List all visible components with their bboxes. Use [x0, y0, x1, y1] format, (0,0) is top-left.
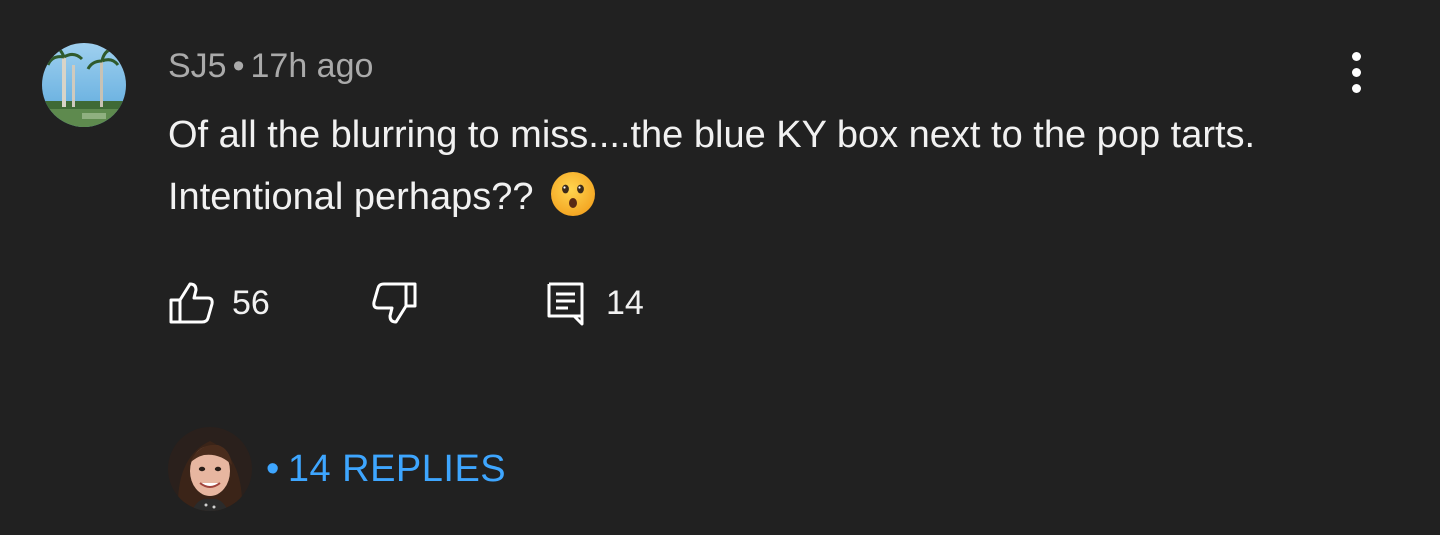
comment-timestamp: 17h ago: [250, 47, 374, 85]
hushed-face-emoji-icon: [550, 171, 596, 217]
replies-label: 14 REPLIES: [287, 447, 507, 490]
thumbs-up-icon: [169, 282, 214, 324]
replies-separator: •: [266, 447, 280, 490]
comment-icon: [547, 282, 584, 326]
meta-separator: •: [232, 47, 245, 85]
author-name[interactable]: SJ5: [168, 47, 227, 85]
reply-count: 14: [606, 283, 644, 322]
more-vertical-icon-dot: [1352, 52, 1361, 61]
like-button[interactable]: 56: [168, 280, 270, 326]
more-options-button[interactable]: [1334, 46, 1380, 100]
more-vertical-icon-dot: [1352, 84, 1361, 93]
author-avatar[interactable]: [42, 43, 126, 127]
thumbs-down-icon: [372, 282, 417, 324]
view-replies-row[interactable]: • 14 REPLIES: [168, 427, 506, 511]
comment-meta: SJ5 • 17h ago: [168, 44, 373, 88]
comment-text: Of all the blurring to miss....the blue …: [168, 114, 1256, 218]
comment-text-block: Of all the blurring to miss....the blue …: [168, 104, 1328, 228]
avatar-image: [42, 43, 126, 127]
like-count: 56: [232, 283, 270, 322]
comment-card: SJ5 • 17h ago Of all the blurring to miss.…: [0, 0, 1440, 535]
replier-avatar: [168, 427, 252, 511]
replier-avatar-image: [168, 427, 252, 511]
more-vertical-icon-dot: [1352, 68, 1361, 77]
view-replies-link[interactable]: • 14 REPLIES: [266, 448, 506, 491]
dislike-button[interactable]: [362, 280, 418, 326]
reply-button[interactable]: 14: [544, 280, 644, 326]
